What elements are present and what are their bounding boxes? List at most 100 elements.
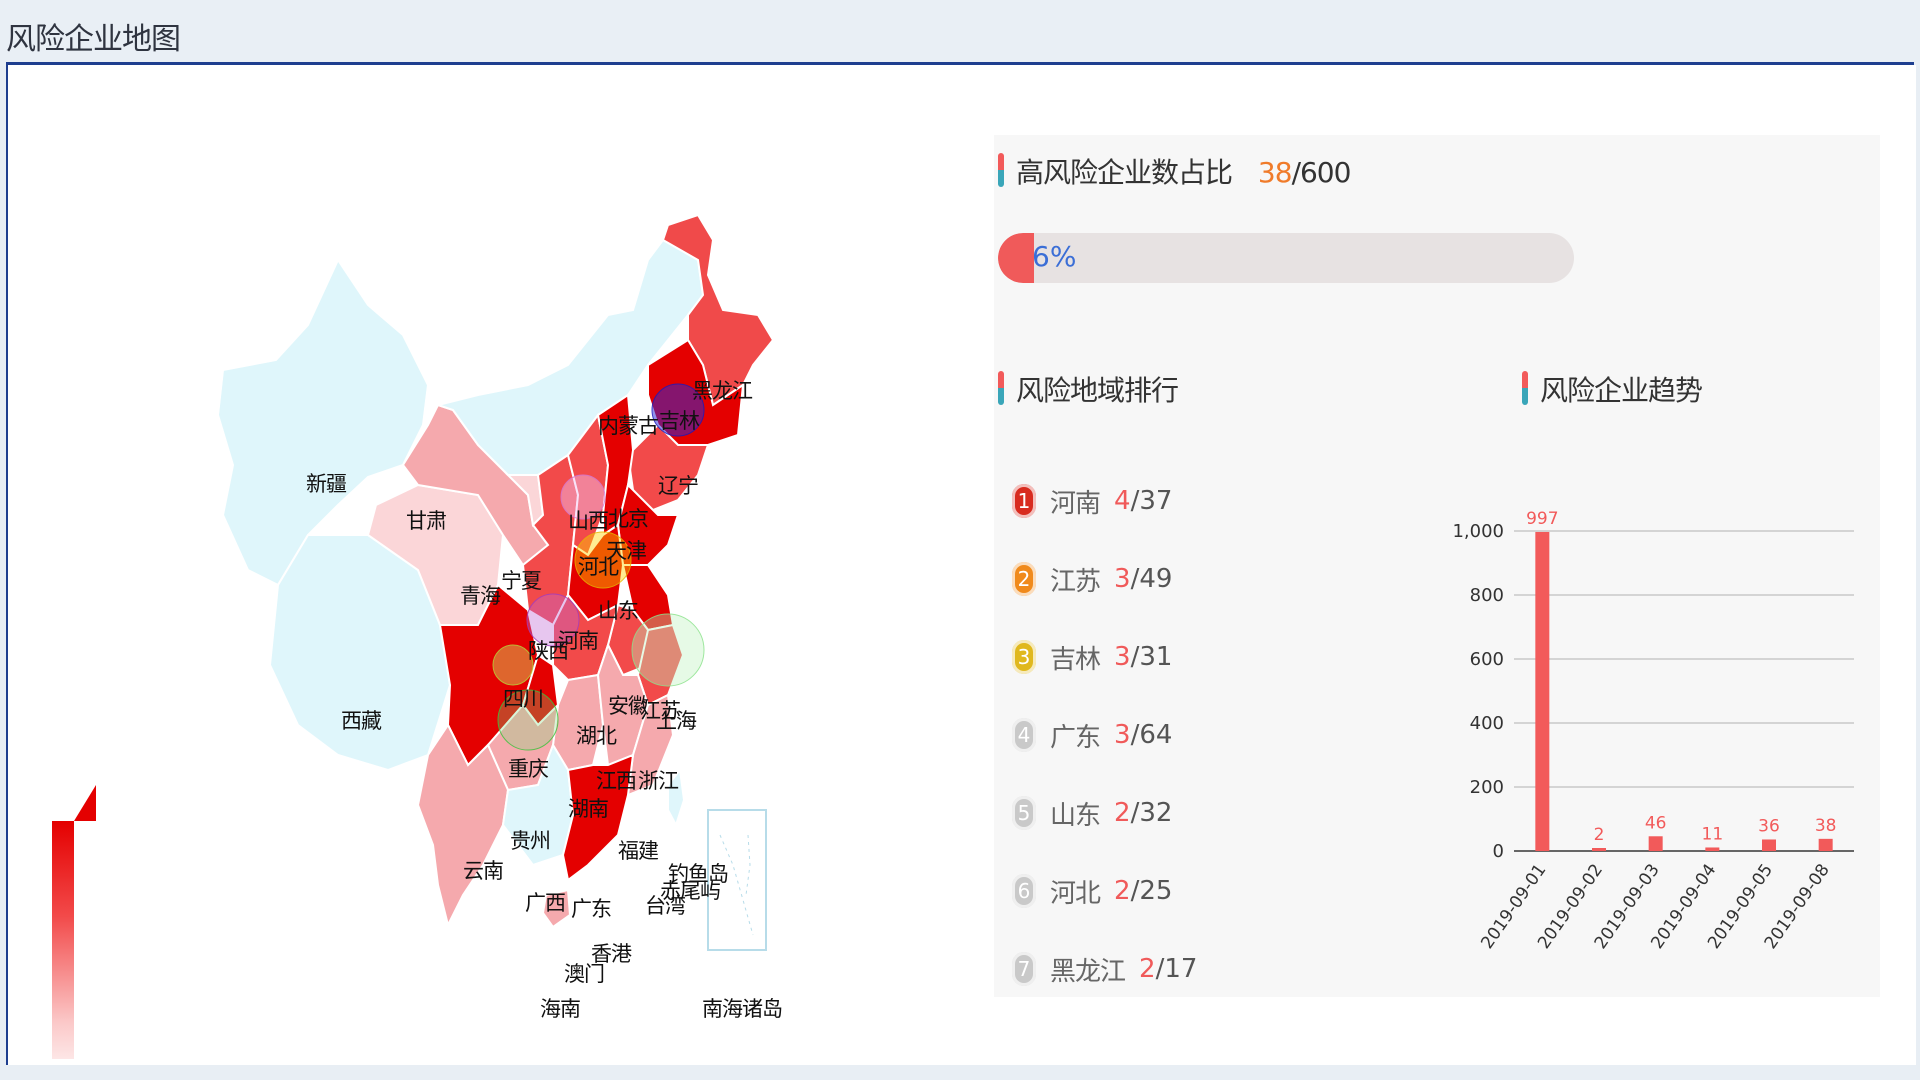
y-tick-label: 800 [1470, 585, 1504, 606]
rank-high-count: 3 [1114, 564, 1131, 594]
rank-province-name: 黑龙江 [1050, 956, 1126, 987]
province-label: 北京 [608, 507, 649, 531]
bar-data-label: 38 [1815, 816, 1837, 836]
legend-max-label [48, 655, 54, 676]
ranking-title: 风险地域排行 [1016, 374, 1179, 407]
rank-province-name: 吉林 [1050, 644, 1101, 675]
trend-bar [1648, 836, 1663, 851]
ranking-item[interactable]: 6 河北 2/25 [1012, 869, 1172, 913]
rank-total-count: /49 [1130, 564, 1173, 594]
rank-total-count: /32 [1130, 798, 1173, 828]
y-tick-label: 0 [1493, 841, 1504, 862]
rank-high-count: 3 [1114, 720, 1131, 750]
province-label: 江西 [596, 769, 637, 793]
rank-total-count: /17 [1155, 954, 1198, 984]
province-label: 海南 [540, 997, 581, 1021]
map-card: 黑龙江 吉林 内蒙古 辽宁 新疆 甘肃 北京 山西 天津 河北 宁夏 青海 山东 陕西 河南 西藏 四川 安徽 江苏… [6, 65, 1916, 1065]
province-label: 甘肃 [406, 509, 447, 533]
rank-total-count: /37 [1130, 486, 1173, 516]
bar-data-label: 36 [1758, 816, 1780, 836]
stats-panel: 高风险企业数占比 38/600 6% 风险地域排行 风险企业趋势 1 河南 4/37… [994, 135, 1880, 997]
ratio-total: /600 [1291, 156, 1352, 189]
province-label: 西藏 [341, 709, 382, 733]
province-label: 重庆 [508, 757, 549, 781]
ranking-item[interactable]: 4 广东 3/64 [1012, 713, 1172, 757]
rank-badge-icon: 5 [1012, 796, 1036, 830]
y-tick-label: 200 [1470, 777, 1504, 798]
ranking-item[interactable]: 7 黑龙江 2/17 [1012, 947, 1197, 991]
province-label: 广西 [525, 891, 566, 915]
province-label: 内蒙古 [598, 414, 659, 438]
province-label: 福建 [618, 839, 659, 863]
province-label: 台湾 [645, 894, 686, 918]
province-label: 新疆 [306, 472, 347, 496]
bubble-jiangsu [631, 613, 705, 687]
province-label: 湖北 [576, 724, 617, 748]
rank-badge-icon: 4 [1012, 718, 1036, 752]
ranking-item[interactable]: 1 河南 4/37 [1012, 479, 1172, 523]
province-label: 黑龙江 [692, 379, 753, 403]
bar-data-label: 997 [1526, 509, 1558, 529]
province-label: 云南 [463, 859, 504, 883]
ratio-title: 高风险企业数占比 38/600 [1016, 151, 1352, 191]
y-tick-label: 600 [1470, 649, 1504, 670]
rank-badge-icon: 2 [1012, 562, 1036, 596]
map-svg[interactable] [8, 65, 968, 1065]
ratio-marker [998, 153, 1004, 187]
y-tick-label: 400 [1470, 713, 1504, 734]
rank-badge-icon: 3 [1012, 640, 1036, 674]
rank-badge-icon: 7 [1012, 952, 1036, 986]
rank-high-count: 4 [1114, 486, 1131, 516]
y-tick-label: 1,000 [1452, 521, 1504, 542]
legend-gradient-bar[interactable] [52, 821, 74, 1059]
ranking-item[interactable]: 2 江苏 3/49 [1012, 557, 1172, 601]
province-label: 澳门 [564, 962, 605, 986]
ranking-item[interactable]: 5 山东 2/32 [1012, 791, 1172, 835]
trend-bar-chart[interactable]: 02004006008001,0009972019-09-0122019-09-… [1444, 495, 1864, 995]
ratio-value: 38 [1257, 156, 1293, 189]
trend-bar [1818, 838, 1833, 851]
ranking-item[interactable]: 3 吉林 3/31 [1012, 635, 1172, 679]
ratio-label: 高风险企业数占比 [1016, 156, 1233, 189]
bar-data-label: 11 [1702, 824, 1724, 844]
rank-total-count: /31 [1130, 642, 1173, 672]
ratio-progress-fill [998, 233, 1035, 283]
ratio-percent-text: 6% [1032, 240, 1077, 273]
province-label: 山东 [598, 599, 639, 623]
trend-title: 风险企业趋势 [1540, 374, 1703, 407]
province-label: 上海 [656, 709, 697, 733]
rank-province-name: 山东 [1050, 800, 1101, 831]
rank-high-count: 2 [1114, 876, 1131, 906]
page-title: 风险企业地图 [6, 22, 181, 57]
province-label: 山西 [568, 509, 609, 533]
trend-bar [1535, 531, 1550, 851]
page-header: 风险企业地图 [0, 0, 1920, 74]
province-label: 吉林 [659, 409, 700, 433]
province-label: 南海诸岛 [702, 997, 783, 1021]
trend-bar [1592, 848, 1606, 851]
province-label: 河南 [558, 629, 599, 653]
rank-province-name: 河北 [1050, 878, 1101, 909]
province-label: 河北 [578, 555, 619, 579]
trend-marker [1522, 371, 1528, 405]
province-label: 广东 [571, 897, 612, 921]
rank-badge-icon: 6 [1012, 874, 1036, 908]
rank-high-count: 3 [1114, 642, 1131, 672]
bar-data-label: 46 [1645, 813, 1667, 833]
rank-province-name: 河南 [1050, 488, 1101, 519]
province-label: 浙江 [638, 769, 679, 793]
province-label: 四川 [503, 687, 544, 711]
ratio-progress-bar [998, 233, 1574, 283]
bar-data-label: 2 [1594, 825, 1605, 845]
rank-high-count: 2 [1114, 798, 1131, 828]
trend-bar [1705, 847, 1720, 851]
rank-high-count: 2 [1139, 954, 1156, 984]
legend-triangle[interactable] [74, 785, 96, 821]
province-label: 青海 [460, 584, 501, 608]
rank-total-count: /64 [1130, 720, 1173, 750]
rank-province-name: 广东 [1050, 722, 1101, 753]
china-risk-map[interactable]: 黑龙江 吉林 内蒙古 辽宁 新疆 甘肃 北京 山西 天津 河北 宁夏 青海 山东 陕西 河南 西藏 四川 安徽 江苏… [8, 65, 968, 1065]
rank-province-name: 江苏 [1050, 566, 1101, 597]
bubble-sichuan [492, 644, 534, 686]
rank-total-count: /25 [1130, 876, 1173, 906]
